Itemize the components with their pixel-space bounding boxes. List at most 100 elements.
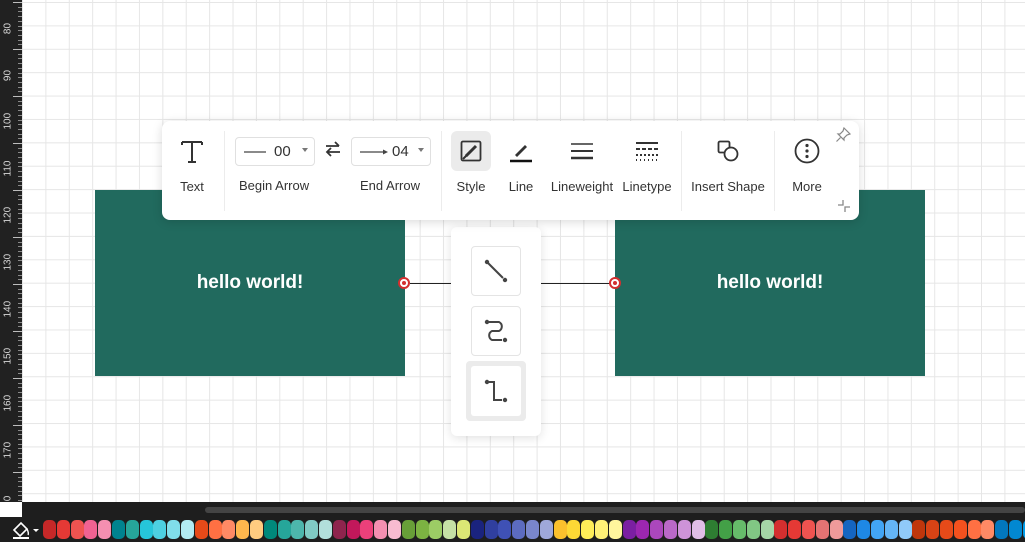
color-swatch[interactable] [567,520,580,539]
color-swatch[interactable] [498,520,511,539]
color-swatch[interactable] [264,520,277,539]
swap-icon [325,141,340,157]
color-swatch[interactable] [912,520,925,539]
text-tool-button[interactable]: Text [172,121,212,220]
color-swatch[interactable] [705,520,718,539]
color-swatch[interactable] [429,520,442,539]
ruler-tick [13,49,22,50]
line-color-button[interactable]: Line [501,121,541,220]
lineweight-button[interactable]: Lineweight [551,121,613,220]
color-swatch[interactable] [1009,520,1022,539]
color-swatch[interactable] [140,520,153,539]
color-swatch[interactable] [209,520,222,539]
style-button[interactable]: Style [451,121,491,220]
color-swatch[interactable] [678,520,691,539]
color-swatch[interactable] [719,520,732,539]
shape-text[interactable]: hello world! [197,272,304,294]
color-swatch[interactable] [747,520,760,539]
color-swatch[interactable] [98,520,111,539]
color-swatch[interactable] [816,520,829,539]
more-button[interactable]: More [787,121,827,220]
color-swatch[interactable] [360,520,373,539]
color-swatch[interactable] [595,520,608,539]
color-swatch[interactable] [236,520,249,539]
color-swatch[interactable] [57,520,70,539]
style-icon [451,131,491,171]
curved-connector-option[interactable] [471,306,521,356]
straight-connector-option[interactable] [471,246,521,296]
color-swatch[interactable] [981,520,994,539]
color-swatch[interactable] [388,520,401,539]
color-swatch[interactable] [954,520,967,539]
color-swatch[interactable] [443,520,456,539]
color-swatch[interactable] [636,520,649,539]
color-swatch[interactable] [554,520,567,539]
color-swatch[interactable] [112,520,125,539]
color-swatch[interactable] [374,520,387,539]
color-swatch[interactable] [181,520,194,539]
color-swatch[interactable] [968,520,981,539]
color-swatch[interactable] [609,520,622,539]
collapse-icon[interactable] [837,199,851,213]
color-swatch[interactable] [43,520,56,539]
color-swatch[interactable] [774,520,787,539]
linetype-button[interactable]: Linetype [622,121,672,220]
color-swatch[interactable] [664,520,677,539]
color-swatch[interactable] [333,520,346,539]
color-swatch[interactable] [526,520,539,539]
scrollbar-thumb[interactable] [205,507,1025,513]
color-swatch[interactable] [830,520,843,539]
color-swatch[interactable] [126,520,139,539]
color-swatch[interactable] [871,520,884,539]
vertical-ruler[interactable]: 80 90 100 110 120 130 140 150 160 170 0 [0,0,22,502]
insert-shape-icon [708,131,748,171]
color-swatch[interactable] [305,520,318,539]
connector-begin-handle[interactable] [398,277,410,289]
color-swatch[interactable] [733,520,746,539]
color-swatch[interactable] [457,520,470,539]
color-swatch[interactable] [623,520,636,539]
color-swatch[interactable] [471,520,484,539]
insert-shape-button[interactable]: Insert Shape [691,121,765,220]
end-arrow-select[interactable]: 04 [351,137,431,166]
elbow-connector-option[interactable] [466,361,526,421]
color-swatch[interactable] [899,520,912,539]
color-swatch[interactable] [347,520,360,539]
color-swatch[interactable] [319,520,332,539]
color-swatch[interactable] [485,520,498,539]
color-swatch[interactable] [167,520,180,539]
color-swatch[interactable] [802,520,815,539]
color-swatch[interactable] [222,520,235,539]
color-swatch[interactable] [402,520,415,539]
color-swatch[interactable] [761,520,774,539]
color-swatch[interactable] [540,520,553,539]
horizontal-scrollbar[interactable] [22,502,1025,517]
color-swatch[interactable] [278,520,291,539]
swap-arrows-button[interactable] [322,138,344,160]
color-swatch[interactable] [650,520,663,539]
color-swatch[interactable] [940,520,953,539]
color-swatch[interactable] [788,520,801,539]
connector-end-handle[interactable] [609,277,621,289]
fill-color-button[interactable] [11,520,41,540]
color-swatch[interactable] [416,520,429,539]
color-swatch[interactable] [71,520,84,539]
pin-icon[interactable] [835,126,852,143]
color-swatch[interactable] [195,520,208,539]
begin-arrow-select[interactable]: 00 [235,137,315,166]
color-swatch[interactable] [512,520,525,539]
color-swatch[interactable] [692,520,705,539]
color-swatch[interactable] [857,520,870,539]
color-swatch[interactable] [995,520,1008,539]
shape-text[interactable]: hello world! [717,272,824,294]
ruler-tick [13,190,22,191]
color-swatch[interactable] [581,520,594,539]
color-swatch[interactable] [291,520,304,539]
color-swatch[interactable] [84,520,97,539]
color-swatch[interactable] [250,520,263,539]
color-swatch[interactable] [153,520,166,539]
elbow-connector-option-inner [471,366,521,416]
color-swatch[interactable] [843,520,856,539]
color-swatch[interactable] [885,520,898,539]
color-swatch[interactable] [926,520,939,539]
